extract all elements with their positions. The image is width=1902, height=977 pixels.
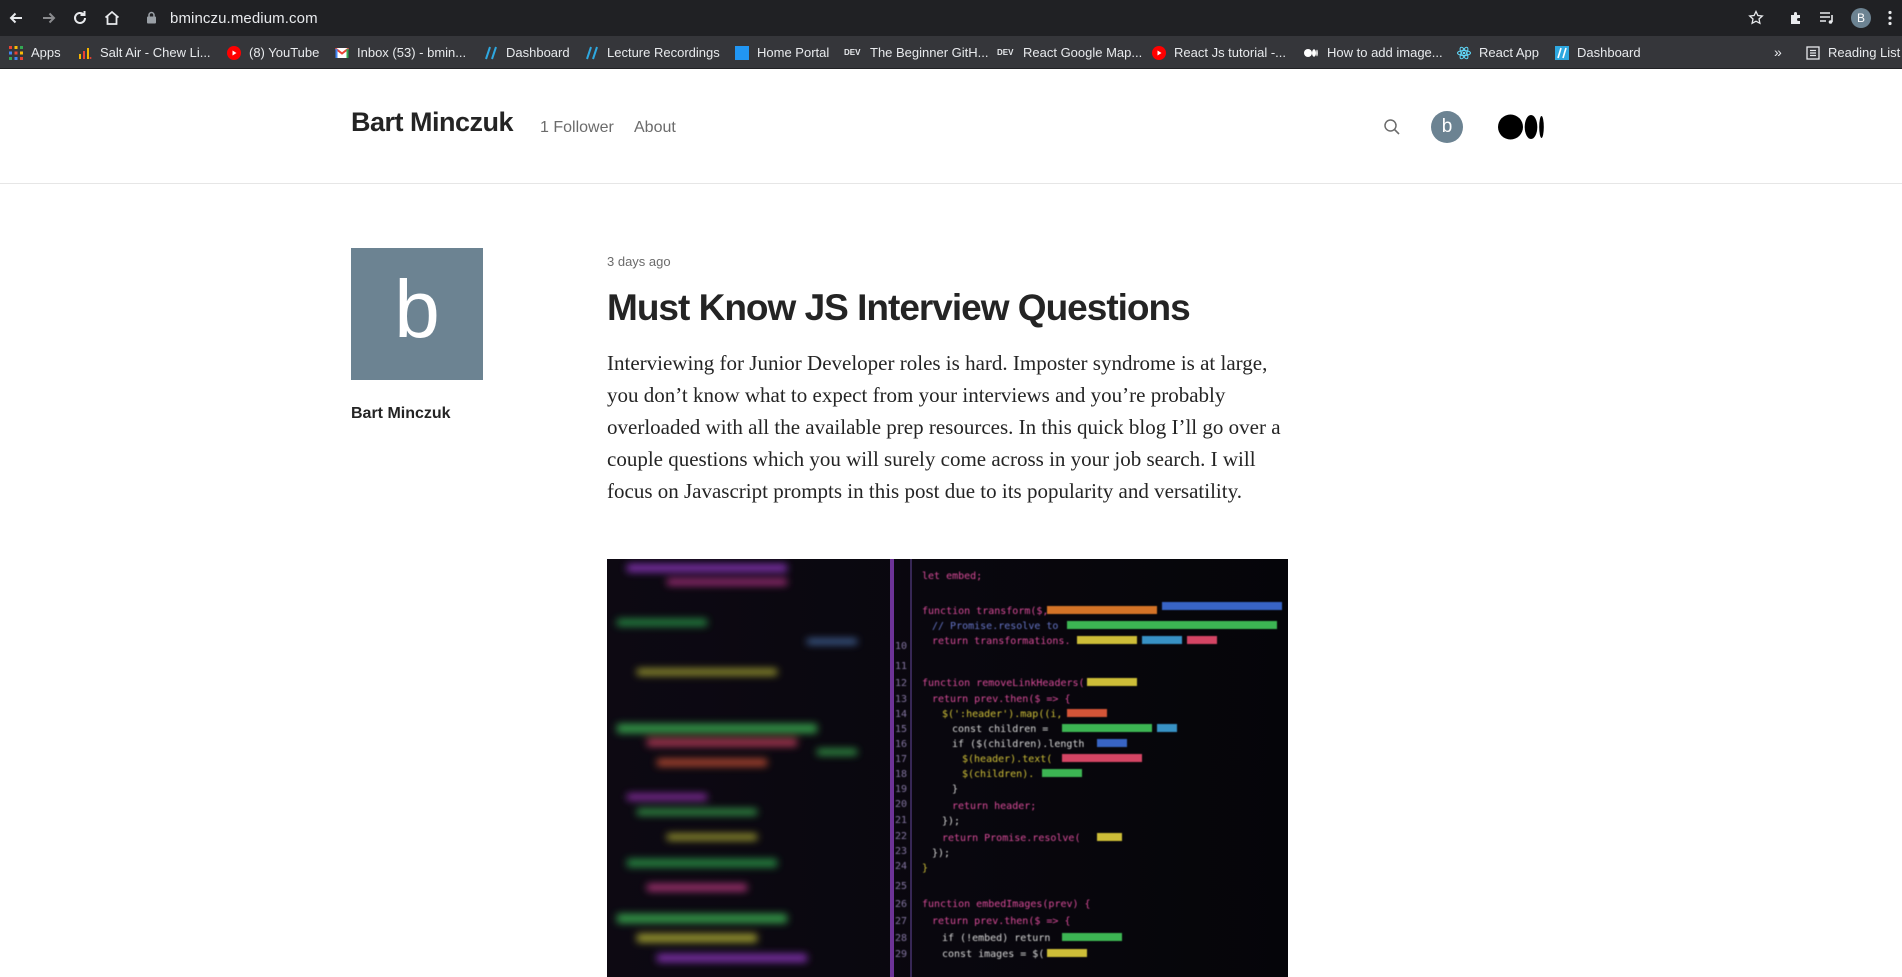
bookmark-react-js-tutorial[interactable]: React Js tutorial -...: [1152, 36, 1286, 68]
profile-header: Bart Minczuk 1 Follower About b: [0, 69, 1902, 184]
bookmark-label: The Beginner GitH...: [870, 45, 989, 60]
home-icon: [104, 10, 120, 25]
bookmark-react-google-map[interactable]: DEV React Google Map...: [997, 36, 1143, 68]
reload-button[interactable]: [68, 6, 92, 30]
search-button[interactable]: [1382, 117, 1402, 137]
code-screenshot-image: 10111213 14151617 18192021 22232425 2627…: [607, 559, 1288, 977]
medium-logo-icon: [1498, 114, 1544, 140]
author-avatar[interactable]: b: [351, 248, 483, 380]
youtube-icon: [1152, 45, 1166, 60]
bookmark-label: (8) YouTube: [249, 45, 320, 60]
browser-toolbar: bminczu.medium.com B: [0, 0, 1902, 36]
slash-icon: [1555, 45, 1569, 60]
reading-list-label: Reading List: [1828, 45, 1901, 60]
dev-icon: DEV: [844, 47, 861, 57]
post-date: 3 days ago: [607, 254, 671, 269]
profile-avatar: B: [1851, 8, 1871, 28]
bookmark-label: Dashboard: [506, 45, 570, 60]
bookmark-home-portal[interactable]: Home Portal: [735, 36, 830, 68]
dev-icon: DEV: [997, 47, 1014, 57]
forward-button[interactable]: [37, 6, 61, 30]
bookmark-dashboard[interactable]: Dashboard: [484, 36, 570, 68]
bookmark-label: Salt Air - Chew Li...: [100, 45, 211, 60]
bookmark-label: React Google Map...: [1023, 45, 1143, 60]
post-title[interactable]: Must Know JS Interview Questions: [607, 287, 1287, 330]
bookmarks-bar: Apps Salt Air - Chew Li... (8) YouTube I…: [0, 36, 1902, 69]
playlist-icon: [1820, 12, 1833, 24]
bookmark-salt-air[interactable]: Salt Air - Chew Li...: [78, 36, 211, 68]
bookmark-how-to-add-image[interactable]: How to add image...: [1303, 36, 1443, 68]
about-link[interactable]: About: [634, 119, 676, 137]
salt-air-icon: [79, 47, 92, 59]
lock-icon: [147, 11, 156, 24]
bookmark-label: Lecture Recordings: [607, 45, 720, 60]
post-preview[interactable]: 3 days ago Must Know JS Interview Questi…: [607, 248, 1287, 507]
youtube-icon: [227, 45, 241, 60]
reading-list-icon: [1806, 45, 1820, 60]
arrow-right-icon: [43, 12, 56, 24]
search-icon: [1384, 119, 1400, 135]
author-card-name[interactable]: Bart Minczuk: [351, 405, 483, 423]
more-bookmarks-button[interactable]: »: [1774, 44, 1782, 60]
author-card: b Bart Minczuk: [351, 248, 483, 423]
back-button[interactable]: [4, 6, 28, 30]
bookmark-beginner-github[interactable]: DEV The Beginner GitH...: [844, 36, 989, 68]
bookmark-label: Inbox (53) - bmin...: [357, 45, 467, 60]
post-cover-image[interactable]: 10 11 12 13 14 15 16 17 18 19 20 21 22 23 24 25 26 27…: [607, 559, 1288, 977]
address-bar[interactable]: bminczu.medium.com: [134, 4, 1764, 32]
bookmark-lecture-recordings[interactable]: Lecture Recordings: [585, 36, 720, 68]
apps-grid-icon: [9, 45, 23, 60]
portal-icon: [735, 45, 749, 60]
user-avatar[interactable]: b: [1431, 111, 1463, 143]
slash-icon: [485, 46, 497, 59]
bookmark-label: How to add image...: [1327, 45, 1443, 60]
home-button[interactable]: [100, 6, 124, 30]
profile-button[interactable]: B: [1849, 6, 1873, 30]
reading-list-button[interactable]: Reading List: [1806, 36, 1901, 68]
bookmark-inbox[interactable]: Inbox (53) - bmin...: [335, 36, 467, 68]
arrow-left-icon: [9, 12, 22, 24]
browser-menu-button[interactable]: [1882, 6, 1898, 30]
kebab-menu-icon: [1888, 10, 1892, 26]
bookmark-react-app[interactable]: React App: [1457, 36, 1539, 68]
extensions-button[interactable]: [1784, 6, 1808, 30]
page-content: Bart Minczuk 1 Follower About b b Bart M…: [0, 69, 1902, 977]
react-icon: [1457, 46, 1471, 59]
post-excerpt[interactable]: Interviewing for Junior Developer roles …: [607, 347, 1297, 507]
bookmark-label: React App: [1479, 45, 1539, 60]
bookmark-label: Home Portal: [757, 45, 830, 60]
url-text: bminczu.medium.com: [170, 10, 318, 27]
bookmark-apps[interactable]: Apps: [9, 36, 61, 68]
star-icon: [1748, 10, 1764, 25]
slash-icon: [586, 46, 598, 59]
gmail-icon: [335, 47, 349, 58]
puzzle-icon: [1791, 12, 1800, 24]
header-author-name[interactable]: Bart Minczuk: [351, 107, 514, 138]
media-control-button[interactable]: [1815, 6, 1839, 30]
bookmark-dashboard-2[interactable]: Dashboard: [1555, 36, 1641, 68]
bookmark-star-button[interactable]: [1744, 6, 1768, 30]
bookmark-label: React Js tutorial -...: [1174, 45, 1286, 60]
followers-link[interactable]: 1 Follower: [540, 119, 614, 137]
bookmark-label: Apps: [31, 45, 61, 60]
medium-logo[interactable]: [1498, 114, 1544, 140]
bookmark-youtube[interactable]: (8) YouTube: [227, 36, 320, 68]
bookmark-label: Dashboard: [1577, 45, 1641, 60]
medium-icon: [1304, 48, 1318, 57]
reload-icon: [74, 11, 86, 24]
